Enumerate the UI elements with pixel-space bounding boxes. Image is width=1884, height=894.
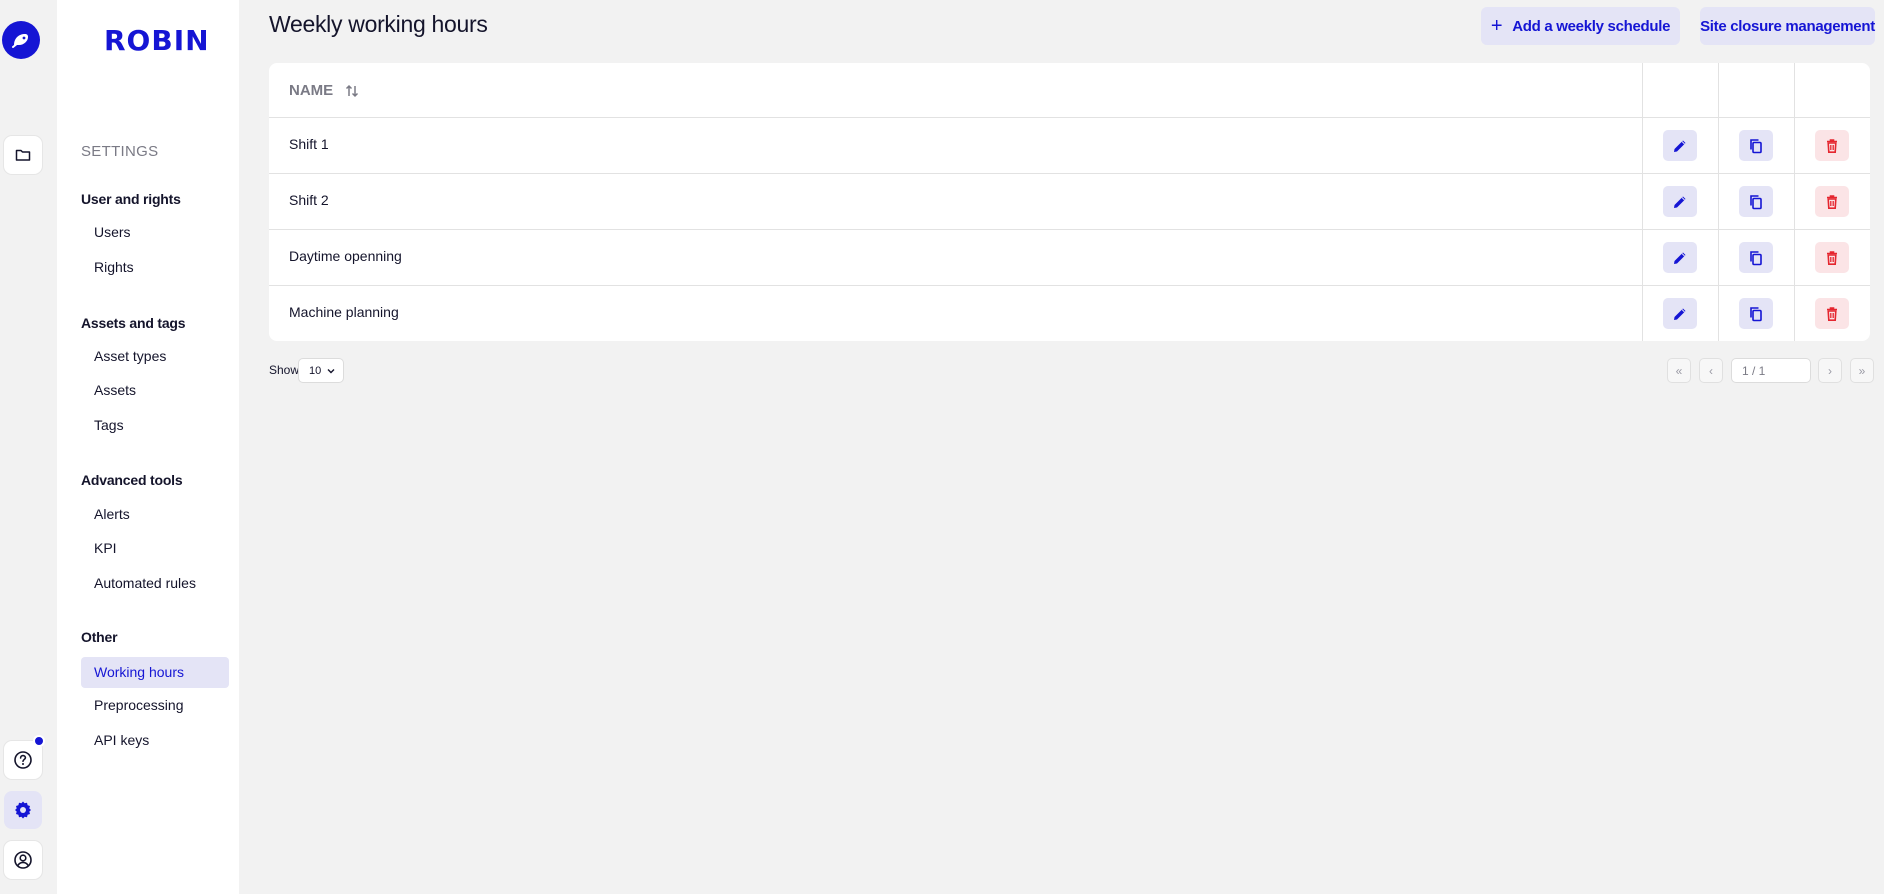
- page-indicator-input[interactable]: [1731, 358, 1811, 383]
- group-title-other: Other: [81, 629, 118, 645]
- page-size-select[interactable]: 10: [298, 358, 344, 383]
- add-weekly-schedule-button[interactable]: + Add a weekly schedule: [1481, 7, 1680, 45]
- settings-sidebar: ROBIN SETTINGS User and rights Users Rig…: [57, 0, 239, 894]
- site-closure-label: Site closure management: [1700, 17, 1875, 35]
- next-page-button[interactable]: ›: [1818, 358, 1842, 383]
- notification-dot: [33, 735, 45, 747]
- robin-logo-icon[interactable]: [2, 21, 40, 59]
- settings-section-label: SETTINGS: [81, 143, 159, 160]
- page-title: Weekly working hours: [269, 11, 488, 37]
- plus-icon: +: [1490, 15, 1503, 37]
- edit-icon[interactable]: [1663, 186, 1697, 217]
- table-row: Daytime openning: [269, 230, 1870, 286]
- sidebar-item-asset-types[interactable]: Asset types: [81, 341, 229, 372]
- schedules-table: NAME Shift 1 Shift 2 Daytime openning Ma…: [269, 63, 1870, 341]
- copy-icon[interactable]: [1739, 130, 1773, 161]
- row-name: Shift 1: [289, 136, 329, 152]
- group-title-advanced-tools: Advanced tools: [81, 472, 183, 488]
- row-name: Daytime openning: [289, 248, 402, 264]
- table-row: Shift 2: [269, 174, 1870, 230]
- sort-icon[interactable]: [345, 84, 359, 98]
- show-label: Show: [269, 363, 300, 377]
- edit-icon[interactable]: [1663, 298, 1697, 329]
- delete-icon[interactable]: [1815, 186, 1849, 217]
- brand-logo[interactable]: ROBIN: [104, 24, 210, 57]
- sidebar-item-users[interactable]: Users: [81, 217, 229, 248]
- column-header-name[interactable]: NAME: [289, 82, 359, 99]
- first-page-button[interactable]: «: [1667, 358, 1691, 383]
- edit-icon[interactable]: [1663, 130, 1697, 161]
- page-size-value: 10: [309, 364, 322, 377]
- sidebar-item-kpi[interactable]: KPI: [81, 533, 229, 564]
- sidebar-item-rights[interactable]: Rights: [81, 252, 229, 283]
- row-name: Shift 2: [289, 192, 329, 208]
- last-page-button[interactable]: »: [1850, 358, 1874, 383]
- group-title-user-rights: User and rights: [81, 191, 181, 207]
- table-header: NAME: [269, 63, 1870, 118]
- gear-icon[interactable]: [4, 791, 42, 829]
- sidebar-item-preprocessing[interactable]: Preprocessing: [81, 690, 229, 721]
- edit-icon[interactable]: [1663, 242, 1697, 273]
- folder-icon[interactable]: [4, 136, 42, 174]
- delete-icon[interactable]: [1815, 298, 1849, 329]
- row-name: Machine planning: [289, 304, 399, 320]
- copy-icon[interactable]: [1739, 242, 1773, 273]
- sidebar-item-working-hours[interactable]: Working hours: [81, 657, 229, 688]
- copy-icon[interactable]: [1739, 186, 1773, 217]
- sidebar-item-tags[interactable]: Tags: [81, 410, 229, 441]
- sidebar-item-alerts[interactable]: Alerts: [81, 499, 229, 530]
- delete-icon[interactable]: [1815, 130, 1849, 161]
- table-row: Shift 1: [269, 118, 1870, 174]
- group-title-assets-tags: Assets and tags: [81, 315, 186, 331]
- sidebar-item-assets[interactable]: Assets: [81, 375, 229, 406]
- add-weekly-schedule-label: Add a weekly schedule: [1512, 17, 1671, 35]
- chevron-down-icon: [326, 366, 336, 379]
- user-circle-icon[interactable]: [4, 841, 42, 879]
- prev-page-button[interactable]: ‹: [1699, 358, 1723, 383]
- sidebar-item-automated-rules[interactable]: Automated rules: [81, 568, 229, 599]
- copy-icon[interactable]: [1739, 298, 1773, 329]
- delete-icon[interactable]: [1815, 242, 1849, 273]
- column-header-name-label: NAME: [289, 82, 334, 99]
- icon-rail: [0, 0, 57, 894]
- sidebar-item-api-keys[interactable]: API keys: [81, 725, 229, 756]
- table-row: Machine planning: [269, 286, 1870, 341]
- site-closure-management-button[interactable]: Site closure management: [1700, 7, 1875, 45]
